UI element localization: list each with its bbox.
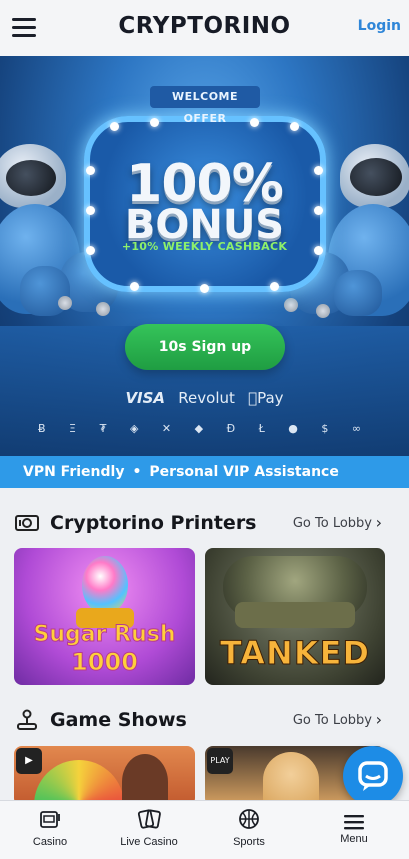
game-card-sugar-rush[interactable]: Sugar Rush 1000: [14, 548, 195, 685]
game-title-line2: 1000: [71, 648, 139, 677]
nav-sports[interactable]: Sports: [199, 807, 299, 848]
payment-methods: VISA Revolut Pay: [0, 389, 409, 407]
section-title: Cryptorino Printers: [50, 512, 257, 534]
revolut-logo: Revolut: [178, 389, 235, 407]
chevron-right-icon[interactable]: ›: [376, 710, 382, 729]
coin-icon: [96, 302, 110, 316]
nav-casino[interactable]: Casino: [0, 807, 100, 848]
nav-label: Sports: [233, 836, 265, 848]
crypto-currency-icons: Ƀ Ξ ₮ ◈ ✕ ◆ Đ Ł ● $ ∞: [37, 422, 372, 435]
nav-menu[interactable]: Menu: [304, 807, 404, 845]
marquee-bulb: [200, 284, 209, 293]
welcome-offer-ribbon: WELCOME OFFER: [150, 86, 260, 125]
signup-button[interactable]: 10s Sign up: [125, 324, 285, 370]
game-card-game-show-1[interactable]: ▶: [14, 746, 195, 806]
nav-label: Casino: [32, 836, 68, 848]
money-bag-right-2: [334, 270, 382, 316]
nav-label: Live Casino: [120, 836, 178, 848]
nav-live-casino[interactable]: Live Casino: [99, 807, 199, 848]
features-banner: VPN Friendly • Personal VIP Assistance: [0, 456, 409, 488]
menu-icon: [344, 815, 364, 830]
marquee-bulb: [130, 282, 139, 291]
live-chat-button[interactable]: [343, 746, 403, 806]
game-title: TANKED: [219, 634, 371, 673]
top-header: CRYPTORINO Login: [0, 0, 409, 56]
printers-go-to-lobby-link[interactable]: Go To Lobby: [293, 516, 372, 531]
coin-icon: [316, 304, 330, 318]
joystick-icon: [17, 709, 37, 730]
vip-assistance-text: Personal VIP Assistance: [149, 464, 339, 480]
game-title-line1: Sugar Rush: [33, 622, 176, 648]
basketball-icon: [239, 809, 259, 829]
slot-machine-icon: [40, 811, 60, 828]
welcome-hero-banner[interactable]: WELCOME OFFER 100% BONUS +10% WEEKLY CAS…: [0, 56, 409, 456]
marquee-bulb: [270, 282, 279, 291]
chat-bubble-icon: [358, 761, 388, 791]
provider-badge-icon: ▶: [16, 748, 42, 774]
vpn-friendly-text: VPN Friendly: [23, 464, 125, 480]
weekly-cashback-text: +10% WEEKLY CASHBACK: [121, 240, 288, 253]
live-cards-icon: [137, 809, 161, 829]
marquee-bulb: [250, 118, 259, 127]
chevron-right-icon[interactable]: ›: [376, 513, 382, 532]
brand-logo[interactable]: CRYPTORINO: [0, 13, 409, 39]
host-illustration: [122, 754, 168, 806]
tank-body: [235, 602, 355, 628]
login-link[interactable]: Login: [358, 18, 401, 34]
marquee-bulb: [110, 122, 119, 131]
coin-icon: [284, 298, 298, 312]
marquee-bulb: [290, 122, 299, 131]
game-card-tanked[interactable]: TANKED: [205, 548, 385, 685]
gumball-rocket-illustration: [82, 556, 128, 614]
game-shows-section-header: Game Shows: [14, 709, 187, 731]
host-illustration: [263, 752, 319, 806]
section-title: Game Shows: [50, 709, 187, 731]
bottom-navigation: Casino Live Casino Sports Menu: [0, 800, 409, 859]
coin-icon: [58, 296, 72, 310]
printers-section-header: Cryptorino Printers: [14, 512, 257, 534]
marquee-bulb: [150, 118, 159, 127]
money-printer-icon: [15, 515, 39, 531]
play-badge: PLAY: [207, 748, 233, 774]
apple-pay-logo: Pay: [248, 389, 283, 407]
separator-dot: •: [132, 464, 142, 480]
nav-label: Menu: [340, 833, 368, 845]
visa-logo: VISA: [125, 389, 166, 407]
game-shows-go-to-lobby-link[interactable]: Go To Lobby: [293, 713, 372, 728]
